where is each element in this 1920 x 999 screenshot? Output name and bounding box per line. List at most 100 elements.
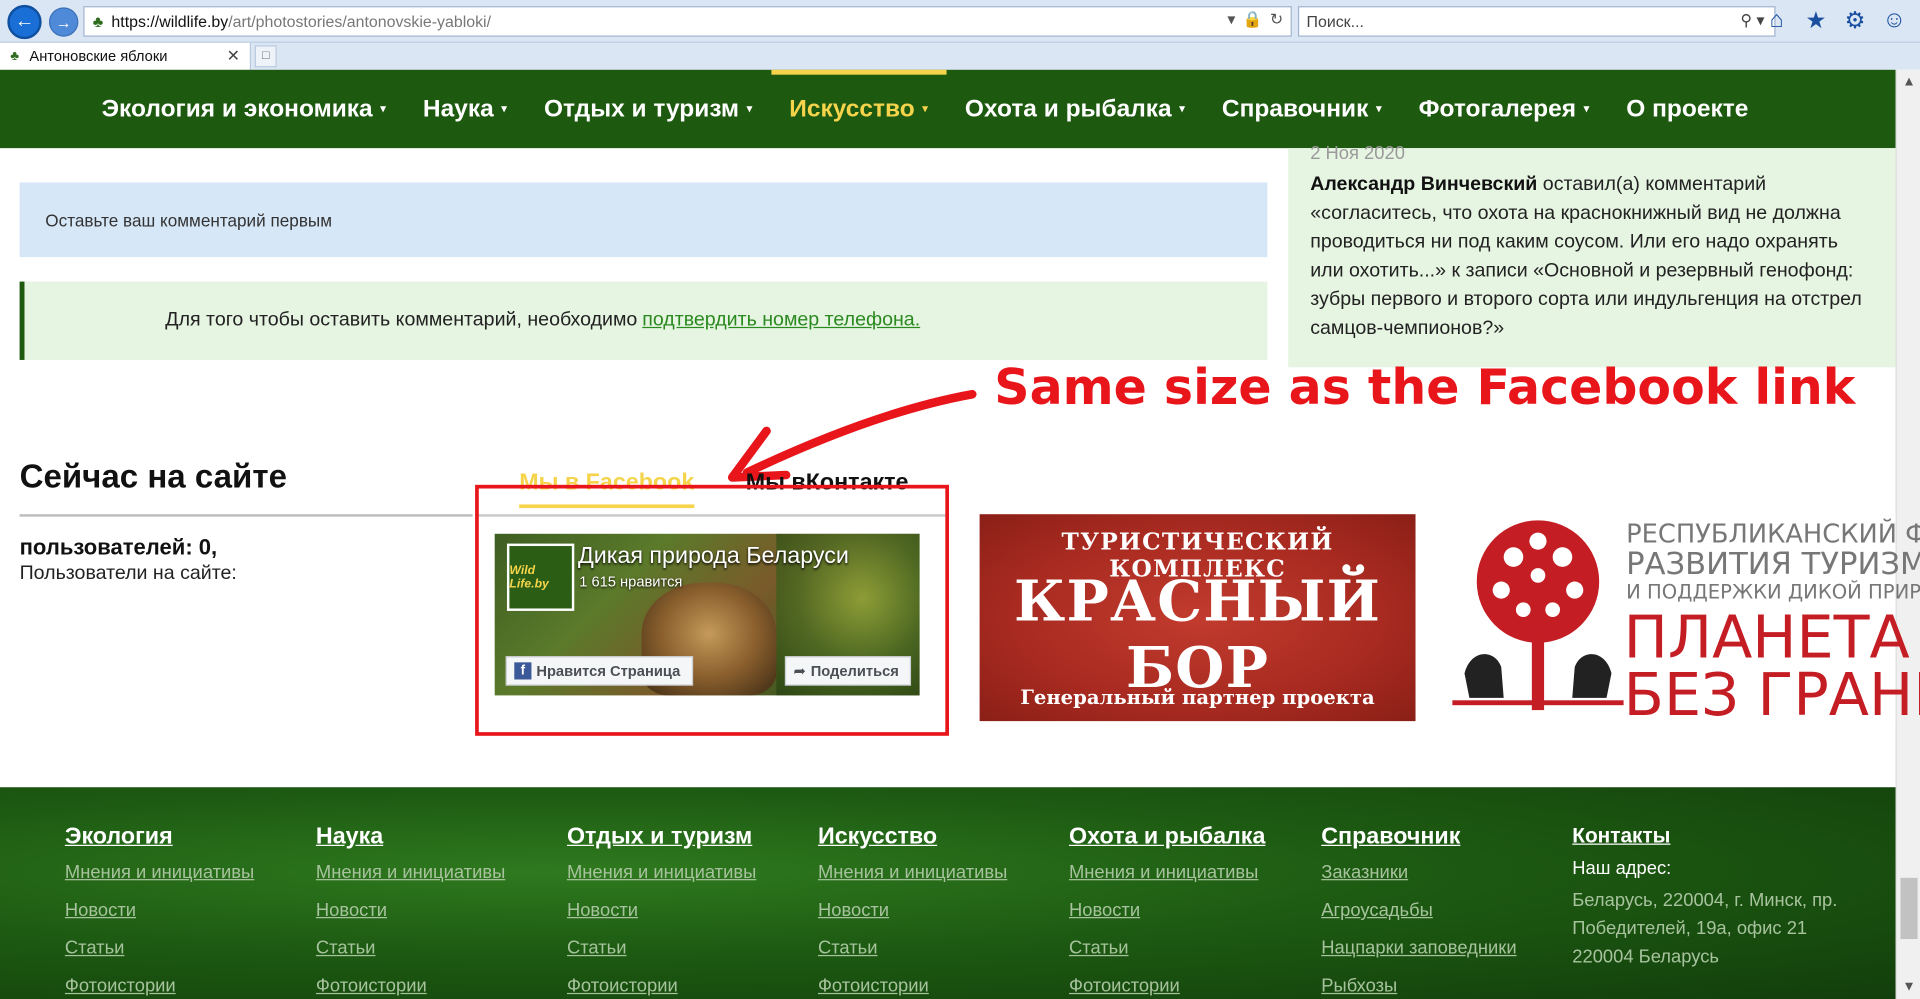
url-host: https://wildlife.by <box>111 12 229 31</box>
footer-link[interactable]: Статьи <box>65 938 254 959</box>
address-bar[interactable]: ♣ https://wildlife.by/art/photostories/a… <box>83 6 1292 37</box>
lock-icon[interactable]: 🔒 <box>1243 10 1263 30</box>
footer-link[interactable]: Новости <box>818 900 1007 921</box>
footer-link[interactable]: Новости <box>65 900 254 921</box>
nav-item-label: Охота и рыбалка <box>964 94 1172 122</box>
planeta-line2: РАЗВИТИЯ ТУРИЗМА <box>1626 546 1920 582</box>
nav-item-0[interactable]: Экология и экономика ▾ <box>83 70 404 148</box>
empty-comments-notice: Оставьте ваш комментарий первым <box>19 182 1268 258</box>
footer-column-heading[interactable]: Справочник <box>1321 824 1516 851</box>
footer-link[interactable]: Фотоистории <box>567 976 756 997</box>
latest-comment-text: оставил(а) комментарий «согласитесь, что… <box>1310 173 1862 340</box>
close-icon[interactable]: ✕ <box>227 47 240 67</box>
gear-icon[interactable]: ⚙ <box>1842 7 1869 35</box>
search-icon[interactable]: ⚲ ▾ <box>1740 11 1764 31</box>
phone-confirm-notice: Для того чтобы оставить комментарий, нео… <box>19 281 1268 360</box>
new-tab-button[interactable]: □ <box>254 45 277 68</box>
footer-link[interactable]: Мнения и инициативы <box>316 862 505 883</box>
nav-item-1[interactable]: Наука ▾ <box>405 70 526 148</box>
footer-link[interactable]: Новости <box>1069 900 1265 921</box>
footer-link[interactable]: Мнения и инициативы <box>818 862 1007 883</box>
footer-column: Искусство Мнения и инициативы Новости Стать… <box>818 824 1007 999</box>
tab-title: Антоновские яблоки <box>29 47 168 65</box>
footer-link[interactable]: Фотоистории <box>1069 976 1265 997</box>
footer-link[interactable]: Статьи <box>818 938 1007 959</box>
footer-column: Наука Мнения и инициативы Новости Статьи Фот… <box>316 824 505 999</box>
address-label: Наш адрес: <box>1572 858 1672 880</box>
nav-item-4[interactable]: Охота и рыбалка ▾ <box>947 70 1204 148</box>
back-button[interactable]: ← <box>7 4 42 40</box>
url-path: /art/photostories/antonovskie-yabloki/ <box>228 12 492 31</box>
footer-link[interactable]: Рыбхозы <box>1321 976 1516 997</box>
confirm-phone-link[interactable]: подтвердить номер телефона. <box>642 310 920 332</box>
footer-link[interactable]: Мнения и инициативы <box>65 862 254 883</box>
footer-contacts: Контакты Наш адрес: Беларусь, 220004, г.… <box>1572 824 1854 971</box>
footer-column-heading[interactable]: Наука <box>316 824 505 851</box>
chevron-down-icon: ▾ <box>1375 102 1382 116</box>
browser-window: ← → ♣ https://wildlife.by/art/photostori… <box>0 0 1920 999</box>
phone-confirm-text: Для того чтобы оставить комментарий, нео… <box>165 309 638 331</box>
footer-link[interactable]: Агроусадьбы <box>1321 900 1516 921</box>
footer-link[interactable]: Мнения и инициативы <box>567 862 756 883</box>
arrow-right-icon: → <box>55 12 72 32</box>
latest-comment-date: 2 Ноя 2020 <box>1310 143 1405 165</box>
smiley-icon[interactable]: ☺ <box>1881 7 1908 35</box>
footer-column-heading[interactable]: Отдых и туризм <box>567 824 756 851</box>
forward-button[interactable]: → <box>48 7 79 37</box>
scroll-up-icon[interactable]: ▲ <box>1897 70 1920 94</box>
footer-link[interactable]: Фотоистории <box>316 976 505 997</box>
planeta-line1: РЕСПУБЛИКАНСКИЙ ФОНД <box>1626 519 1920 549</box>
nav-item-label: Искусство <box>789 94 915 122</box>
browser-tab[interactable]: ♣ Антоновские яблоки ✕ <box>0 42 252 70</box>
chevron-down-icon: ▾ <box>922 102 929 116</box>
star-icon[interactable]: ★ <box>1802 7 1829 35</box>
nav-item-3[interactable]: Искусство ▾ <box>770 69 948 148</box>
online-users-label: Пользователи на сайте: <box>19 563 237 584</box>
footer-link[interactable]: Заказники <box>1321 862 1516 883</box>
krasny-bor-banner[interactable]: ТУРИСТИЧЕСКИЙ КОМПЛЕКС КРАСНЫЙ БОР Генер… <box>979 514 1416 722</box>
footer-link[interactable]: Мнения и инициативы <box>1069 862 1265 883</box>
search-input[interactable]: Поиск... ⚲ ▾ <box>1297 6 1776 37</box>
footer-link[interactable]: Статьи <box>1069 938 1265 959</box>
nav-item-6[interactable]: Фотогалерея ▾ <box>1400 70 1608 148</box>
krasny-bor-caption: Генеральный партнер проекта <box>1020 685 1375 709</box>
krasny-bor-title: КРАСНЫЙ БОР <box>1014 568 1382 701</box>
tab-strip: ♣ Антоновские яблоки ✕ □ <box>0 42 1920 70</box>
nav-item-label: О проекте <box>1626 94 1749 122</box>
scroll-thumb[interactable] <box>1900 877 1918 940</box>
chevron-down-icon: ▾ <box>1583 102 1590 116</box>
footer-column: Справочник Заказники Агроусадьбы Нацпарки з… <box>1321 824 1516 999</box>
chevron-down-icon: ▾ <box>746 102 753 116</box>
nav-menu: Экология и экономика ▾ Наука ▾ Отдых и туриз… <box>83 69 1767 148</box>
footer-link[interactable]: Фотоистории <box>65 976 254 997</box>
nav-item-7[interactable]: О проекте <box>1608 70 1767 148</box>
footer-column-heading[interactable]: Искусство <box>818 824 1007 851</box>
footer-column-heading[interactable]: Экология <box>65 824 254 851</box>
footer-link[interactable]: Новости <box>567 900 756 921</box>
online-title: Сейчас на сайте <box>19 457 287 495</box>
chevron-down-icon: ▾ <box>1179 102 1186 116</box>
footer-link[interactable]: Фотоистории <box>818 976 1007 997</box>
paw-favicon-icon: ♣ <box>92 12 104 31</box>
footer-column-heading[interactable]: Охота и рыбалка <box>1069 824 1265 851</box>
refresh-icon[interactable]: ↻ <box>1270 10 1283 30</box>
arrow-left-icon: ← <box>14 11 35 32</box>
footer-column: Экология Мнения и инициативы Новости Статьи… <box>65 824 254 999</box>
planeta-bez-granits-banner[interactable]: РЕСПУБЛИКАНСКИЙ ФОНД РАЗВИТИЯ ТУРИЗМА И … <box>1452 514 1920 730</box>
paw-favicon-icon: ♣ <box>10 48 20 64</box>
nav-item-5[interactable]: Справочник ▾ <box>1204 70 1401 148</box>
planeta-line3: И ПОДДЕРЖКИ ДИКОЙ ПРИРОДЫ <box>1626 580 1920 604</box>
nav-item-2[interactable]: Отдых и туризм ▾ <box>526 70 771 148</box>
footer-link[interactable]: Статьи <box>316 938 505 959</box>
online-users-count: пользователей: 0, <box>19 535 218 560</box>
footer-link[interactable]: Статьи <box>567 938 756 959</box>
home-icon[interactable]: ⌂ <box>1763 7 1790 35</box>
scroll-down-icon[interactable]: ▼ <box>1897 975 1920 999</box>
dropdown-icon[interactable]: ▾ <box>1227 10 1235 30</box>
footer-link[interactable]: Новости <box>316 900 505 921</box>
footer-link[interactable]: Нацпарки заповедники <box>1321 938 1516 959</box>
nav-item-label: Фотогалерея <box>1418 94 1577 122</box>
contacts-heading[interactable]: Контакты <box>1572 824 1854 848</box>
chevron-down-icon: ▾ <box>501 102 508 116</box>
latest-comment-author[interactable]: Александр Винчевский <box>1310 174 1537 195</box>
